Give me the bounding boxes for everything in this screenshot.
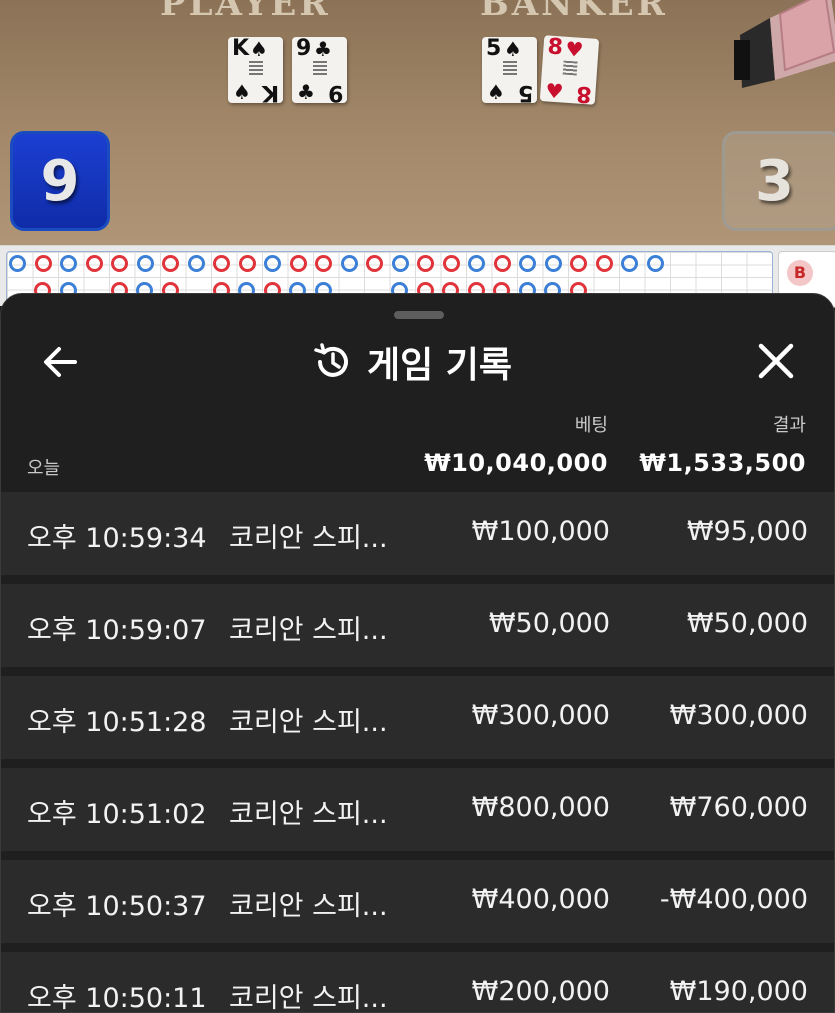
total-bet-value: ₩10,040,000 (424, 449, 608, 477)
history-row[interactable]: 오후 10:51:02 코리안 스피... ₩800,000 ₩760,000 (1, 768, 834, 851)
close-icon (758, 343, 794, 379)
history-row[interactable]: 오후 10:50:37 코리안 스피... ₩400,000 -₩400,000 (1, 860, 834, 943)
row-result: ₩300,000 (669, 700, 808, 731)
bead-road-ring (442, 255, 460, 272)
bead-road-ring (544, 255, 562, 272)
bead-road-ring (9, 255, 26, 272)
player-card-2: 9 ♣ ♣ 9 (292, 37, 347, 105)
arrow-left-icon (44, 347, 77, 377)
row-result: -₩400,000 (659, 884, 808, 915)
history-row[interactable]: 오후 10:51:28 코리안 스피... ₩300,000 ₩300,000 (1, 676, 834, 759)
row-game-name: 코리안 스피... (229, 983, 388, 1013)
history-row[interactable]: 오후 10:59:34 코리안 스피... ₩100,000 ₩95,000 (1, 492, 834, 575)
bead-road-ring (595, 255, 613, 272)
player-label: PLAYER (160, 0, 331, 24)
close-button[interactable] (753, 338, 799, 384)
row-game-name: 코리안 스피... (229, 707, 388, 738)
bead-road-ring (238, 255, 256, 272)
row-bet: ₩300,000 (471, 700, 610, 731)
row-bet: ₩50,000 (488, 608, 610, 639)
row-bet: ₩800,000 (471, 792, 610, 823)
row-time: 오후 10:51:02 (27, 799, 207, 830)
player-score-badge: 9 (10, 131, 110, 231)
result-column-header: 결과 (772, 415, 806, 436)
bead-road-ring (570, 255, 587, 272)
row-bet: ₩100,000 (471, 516, 610, 547)
total-result-value: ₩1,533,500 (639, 449, 806, 477)
row-game-name: 코리안 스피... (229, 523, 388, 554)
bead-road-ring (111, 255, 128, 272)
bead-road-ring (646, 255, 664, 272)
bet-column-header: 베팅 (574, 415, 608, 436)
history-row[interactable]: 오후 10:50:11 코리안 스피... ₩200,000 ₩190,000 (1, 952, 834, 1013)
history-row[interactable]: 오후 10:59:07 코리안 스피... ₩50,000 ₩50,000 (1, 584, 834, 667)
banker-badge: B (787, 260, 813, 286)
sheet-drag-handle[interactable] (394, 311, 444, 319)
back-button[interactable] (39, 340, 83, 384)
bead-road-ring (315, 255, 332, 272)
bead-road-ring (340, 255, 358, 272)
bead-road-ring (468, 255, 485, 272)
bead-road-ring (34, 255, 52, 272)
history-icon (314, 343, 348, 377)
bead-road-ring (289, 255, 307, 272)
card-shoe-icon (734, 0, 835, 88)
bead-road-ring (417, 255, 434, 272)
row-bet: ₩400,000 (471, 884, 610, 915)
page-title: 게임 기록 (367, 345, 513, 386)
row-result: ₩50,000 (686, 608, 808, 639)
row-game-name: 코리안 스피... (229, 799, 388, 830)
bead-road-ring (366, 255, 383, 272)
row-bet: ₩200,000 (471, 976, 610, 1007)
bead-road-ring (391, 255, 409, 272)
bead-road-ring (264, 255, 281, 272)
row-game-name: 코리안 스피... (229, 615, 388, 646)
bead-road-ring (187, 255, 205, 272)
banker-label: BANKER (480, 0, 668, 24)
bead-road-ring (493, 255, 511, 272)
bead-road-ring (621, 255, 638, 272)
banker-card-1: 5 ♠ ♠ 5 (482, 37, 537, 105)
bead-road-ring (519, 255, 536, 272)
sheet-header: 게임 기록 (311, 334, 512, 390)
row-time: 오후 10:59:34 (27, 523, 207, 554)
row-result: ₩190,000 (669, 976, 808, 1007)
bead-road-ring (213, 255, 230, 272)
game-history-sheet: 게임 기록 베팅 결과 오늘 ₩10,040,000 ₩1,533,500 오후… (0, 293, 835, 1013)
player-card-1: K ♠ ♠ K (228, 37, 283, 105)
row-time: 오후 10:50:11 (27, 983, 207, 1013)
bead-road-ring (60, 255, 77, 272)
row-result: ₩95,000 (686, 516, 808, 547)
row-time: 오후 10:59:07 (27, 615, 207, 646)
row-time: 오후 10:50:37 (27, 891, 207, 922)
bead-road-ring (85, 255, 103, 272)
banker-card-2: 8 ♥ ♥ 8 (539, 34, 600, 107)
game-table-view: PLAYER BANKER K ♠ ♠ K 9 ♣ ♣ 9 5 ♠ ♠ 5 8 … (0, 0, 835, 245)
row-time: 오후 10:51:28 (27, 707, 207, 738)
bead-road-ring (136, 255, 154, 272)
banker-score-badge: 3 (722, 131, 835, 231)
row-game-name: 코리안 스피... (229, 891, 388, 922)
row-result: ₩760,000 (669, 792, 808, 823)
today-label: 오늘 (27, 458, 61, 479)
bead-road-ring (162, 255, 179, 272)
history-list: 오후 10:59:34 코리안 스피... ₩100,000 ₩95,000 오… (1, 492, 834, 1013)
